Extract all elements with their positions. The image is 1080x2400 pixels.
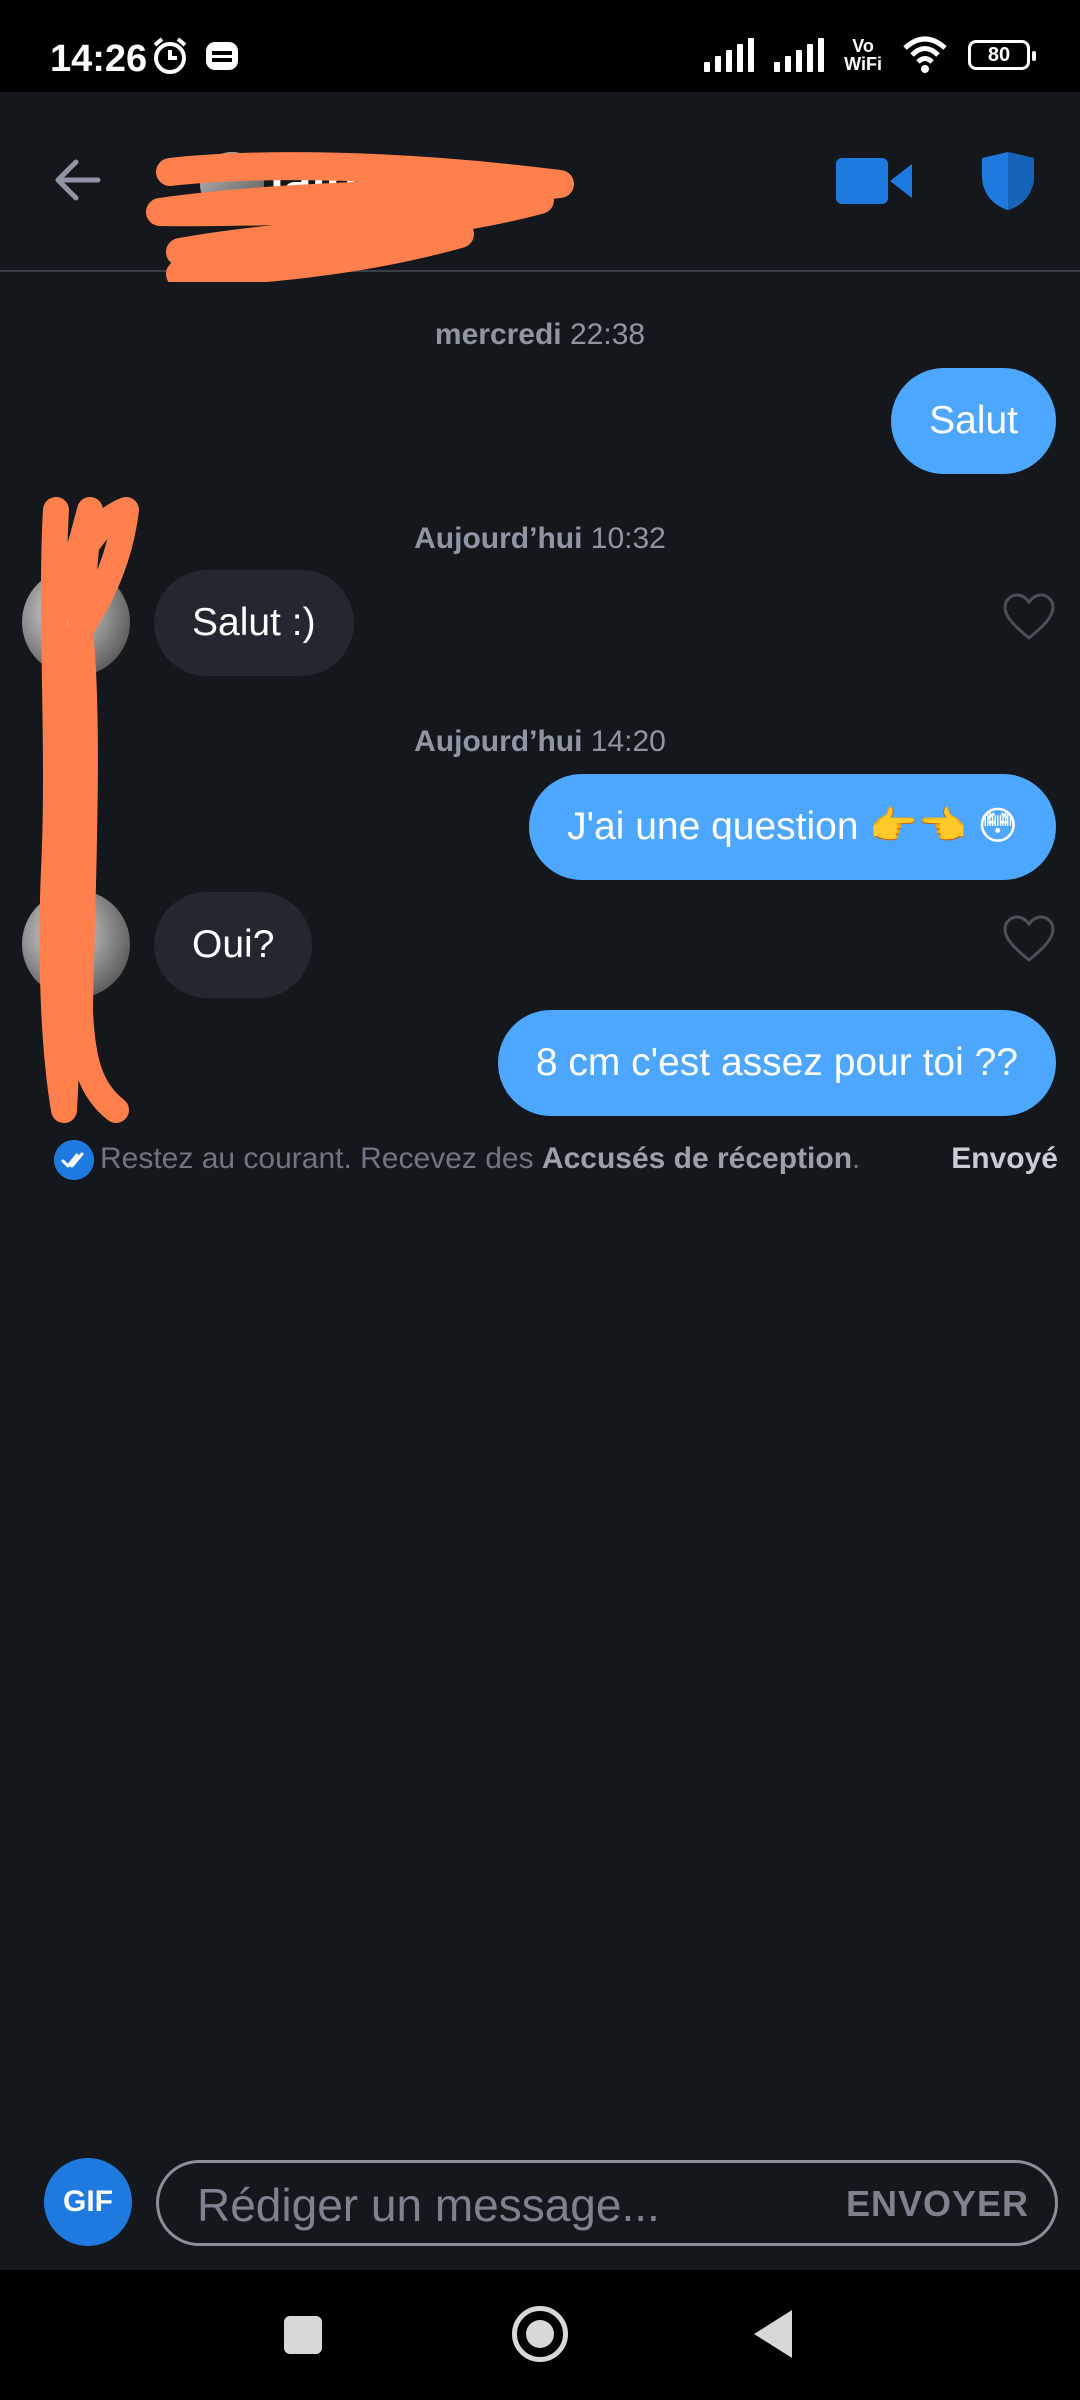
home-icon[interactable] [512,2306,568,2362]
message-composer: ENVOYER [156,2160,1058,2246]
shield-icon[interactable] [980,150,1036,212]
sent-status: Envoyé [951,1142,1058,1175]
recent-apps-icon[interactable] [284,2316,322,2354]
signal-strength-icon-2 [774,38,825,72]
message-timestamp: mercredi 22:38 [434,318,646,351]
incoming-message[interactable]: Salut :) [154,570,354,676]
status-time: 14:26 [50,38,148,80]
message-timestamp: Aujourd’hui 10:32 [414,522,666,555]
app-notification-icon [206,42,238,70]
vowifi-indicator: Vo WiFi [844,36,882,74]
wifi-icon [903,36,947,73]
video-call-icon[interactable] [836,158,912,204]
message-input[interactable] [195,2173,799,2237]
redaction-scribble [39,497,139,1123]
outgoing-message[interactable]: J'ai une question 👉👈 😳 [529,774,1056,880]
gif-button[interactable]: GIF [44,2158,132,2246]
read-receipt-link[interactable]: Accusés de réception [542,1142,852,1175]
outgoing-message[interactable]: 8 cm c'est assez pour toi ?? [497,1010,1056,1116]
like-heart-icon[interactable] [1002,592,1056,642]
redaction-scribble [146,152,574,282]
alarm-icon [153,37,187,74]
navigation-bar [0,2270,1080,2400]
battery-indicator: 80 [968,40,1036,70]
message-timestamp: Aujourd’hui 14:20 [414,725,666,758]
incoming-message[interactable]: Oui? [154,892,313,998]
signal-strength-icon [704,38,755,72]
status-bar: 14:26 Vo WiFi 80 [0,0,1080,92]
like-heart-icon[interactable] [1002,914,1056,964]
outgoing-message[interactable]: Salut [891,368,1056,474]
read-receipt-text[interactable]: Restez au courant. Recevez des Accusés d… [100,1142,860,1176]
send-button[interactable]: ENVOYER [846,2183,1029,2225]
system-back-icon[interactable] [754,2310,792,2358]
read-receipt-row: Restez au courant. Recevez des Accusés d… [54,1138,1058,1182]
back-arrow-icon[interactable] [50,152,106,208]
chat-header: laire [0,92,1080,282]
read-receipt-icon[interactable] [54,1140,94,1180]
